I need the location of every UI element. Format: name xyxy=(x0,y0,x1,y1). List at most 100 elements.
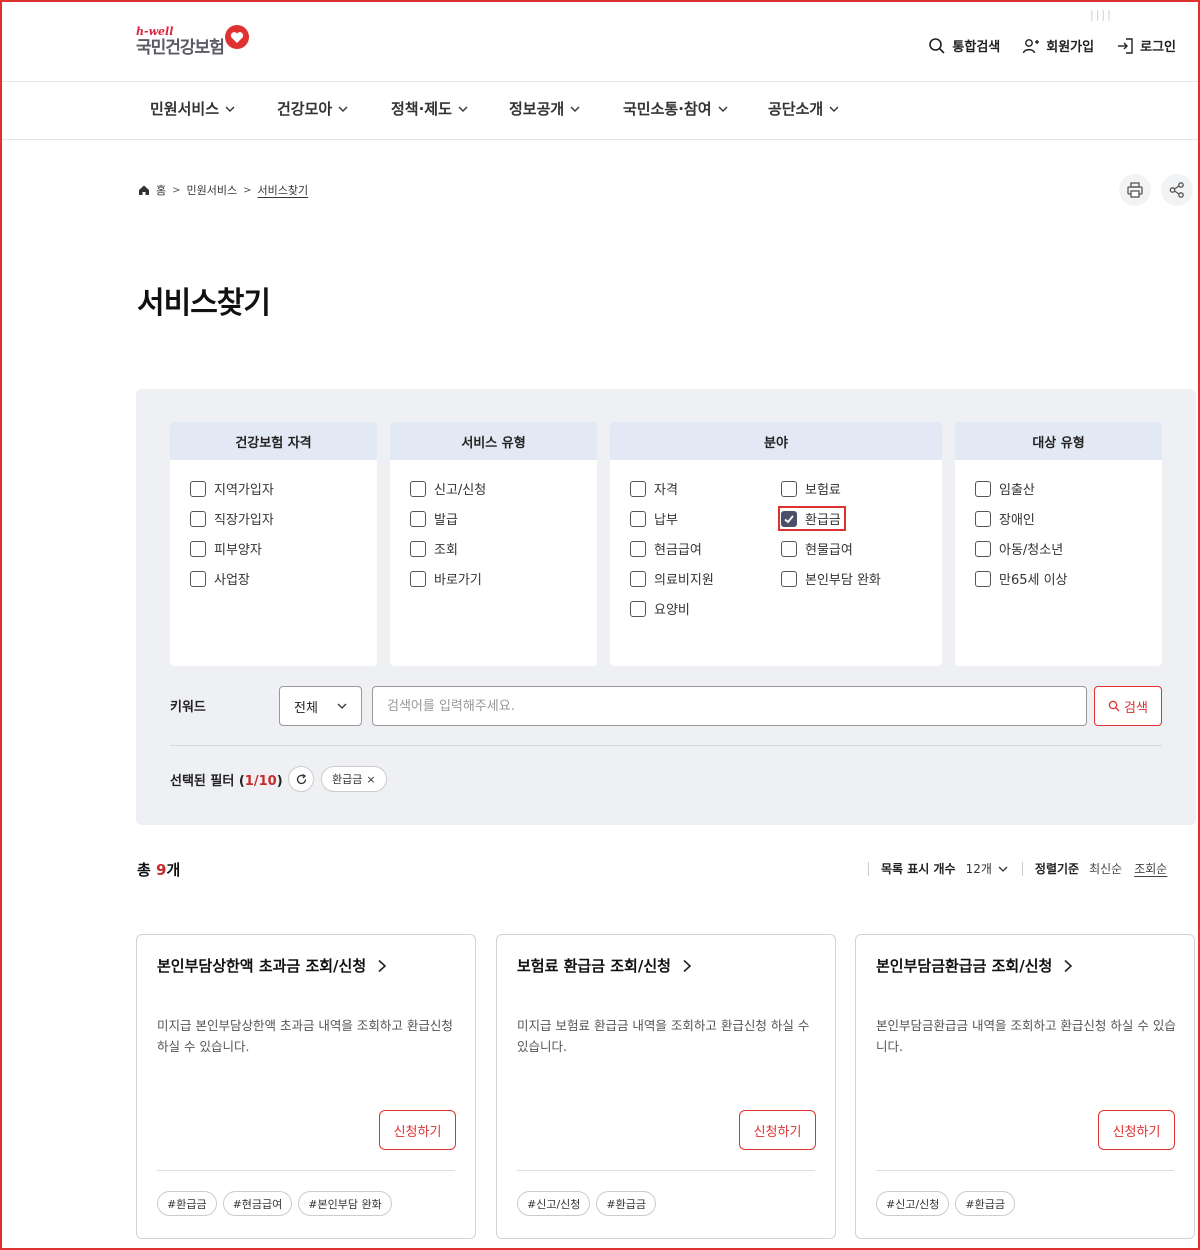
checkbox-label: 조회 xyxy=(434,543,458,558)
check-icon xyxy=(784,514,794,523)
checkbox-age65-plus[interactable]: 만65세 이상 xyxy=(975,569,1068,588)
gnb-item-label: 정보공개 xyxy=(509,100,565,118)
card-title-link[interactable]: 본인부담금환급금 조회/신청 xyxy=(876,955,1074,976)
breadcrumb-current[interactable]: 서비스찾기 xyxy=(258,182,309,198)
main-navigation: 민원서비스 건강모아 정책·제도 정보공개 국민소통·참여 공단소개 xyxy=(2,82,1198,140)
checkbox-shortcut[interactable]: 바로가기 xyxy=(410,569,482,588)
total-count: 총 9개 xyxy=(137,859,180,880)
checkbox-box[interactable] xyxy=(975,570,991,587)
breadcrumb-level1[interactable]: 민원서비스 xyxy=(187,182,238,198)
checkbox-copay-relief[interactable]: 본인부담 완화 xyxy=(781,569,881,588)
checkbox-box[interactable] xyxy=(630,600,646,617)
share-button[interactable] xyxy=(1161,174,1193,206)
checkbox-box[interactable] xyxy=(630,570,646,587)
tag[interactable]: #현금급여 xyxy=(222,1191,293,1216)
checkbox-box[interactable] xyxy=(410,510,426,527)
search-icon xyxy=(929,37,945,54)
checkbox-premium[interactable]: 보험료 xyxy=(781,479,841,498)
gnb-item-civil-service[interactable]: 민원서비스 xyxy=(150,98,235,119)
checkbox-box[interactable] xyxy=(630,480,646,497)
checkbox-disabled[interactable]: 장애인 xyxy=(975,509,1035,528)
tag[interactable]: #환급금 xyxy=(955,1191,1015,1216)
checkbox-care-cost[interactable]: 요양비 xyxy=(630,599,690,618)
checkbox-issue[interactable]: 발급 xyxy=(410,509,458,528)
checkbox-dependent[interactable]: 피부양자 xyxy=(190,539,262,558)
card-divider xyxy=(876,1170,1174,1171)
sort-latest[interactable]: 최신순 xyxy=(1089,860,1122,877)
reset-filters-button[interactable] xyxy=(288,766,314,792)
checkbox-workplace[interactable]: 사업장 xyxy=(190,569,250,588)
checkbox-regional-member[interactable]: 지역가입자 xyxy=(190,479,274,498)
checkbox-box[interactable] xyxy=(410,570,426,587)
card-tags: #신고/신청 #환급금 xyxy=(876,1191,1015,1216)
close-icon[interactable]: × xyxy=(366,773,375,786)
checkbox-pregnancy[interactable]: 임출산 xyxy=(975,479,1035,498)
keyword-search-button[interactable]: 검색 xyxy=(1094,686,1162,726)
per-page-select[interactable]: 12개 xyxy=(966,860,1008,877)
chevron-down-icon xyxy=(337,703,347,709)
tag[interactable]: #환급금 xyxy=(596,1191,656,1216)
keyword-search-input[interactable] xyxy=(372,686,1087,726)
gnb-item-participation[interactable]: 국민소통·참여 xyxy=(623,98,728,119)
checkbox-label: 발급 xyxy=(434,513,458,528)
checkbox-report-apply[interactable]: 신고/신청 xyxy=(410,479,486,498)
checkbox-box[interactable] xyxy=(630,540,646,557)
apply-button[interactable]: 신청하기 xyxy=(379,1110,456,1150)
tag[interactable]: #환급금 xyxy=(157,1191,217,1216)
checkbox-medical-support[interactable]: 의료비지원 xyxy=(630,569,714,588)
filter-group-qualification: 건강보험 자격 지역가입자 직장가입자 피부양자 사업장 xyxy=(170,422,377,666)
checkbox-cash-benefit[interactable]: 현금급여 xyxy=(630,539,702,558)
gnb-item-health[interactable]: 건강모아 xyxy=(277,98,348,119)
site-logo[interactable]: h-well 국민건강보험 xyxy=(136,25,250,58)
card-divider xyxy=(517,1170,815,1171)
login-icon xyxy=(1118,37,1133,54)
card-title-link[interactable]: 보험료 환급금 조회/신청 xyxy=(517,955,693,976)
tag[interactable]: #신고/신청 xyxy=(876,1191,950,1216)
apply-button[interactable]: 신청하기 xyxy=(739,1110,816,1150)
checkbox-box[interactable] xyxy=(190,570,206,587)
gnb-item-about[interactable]: 공단소개 xyxy=(768,98,839,119)
keyword-scope-select[interactable]: 전체 xyxy=(279,686,362,726)
checkbox-box[interactable] xyxy=(410,540,426,557)
print-button[interactable] xyxy=(1119,174,1151,206)
total-search-link[interactable]: 통합검색 xyxy=(928,36,1000,55)
checkbox-refund[interactable]: 환급금 xyxy=(778,506,846,531)
join-link[interactable]: 회원가입 xyxy=(1022,36,1094,55)
checkbox-employee-member[interactable]: 직장가입자 xyxy=(190,509,274,528)
checkbox-box[interactable] xyxy=(975,540,991,557)
checkbox-box-checked[interactable] xyxy=(781,510,797,527)
chevron-down-icon xyxy=(225,106,235,112)
checkbox-box[interactable] xyxy=(975,480,991,497)
card-title-link[interactable]: 본인부담상한액 초과금 조회/신청 xyxy=(157,955,388,976)
checkbox-box[interactable] xyxy=(781,570,797,587)
checkbox-box[interactable] xyxy=(190,510,206,527)
sort-views[interactable]: 조회순 xyxy=(1134,860,1167,877)
gnb-item-info[interactable]: 정보공개 xyxy=(509,98,580,119)
print-icon xyxy=(1127,182,1143,198)
checkbox-box[interactable] xyxy=(190,480,206,497)
checkbox-inquiry[interactable]: 조회 xyxy=(410,539,458,558)
breadcrumb-separator: > xyxy=(243,184,252,196)
checkbox-box[interactable] xyxy=(410,480,426,497)
login-link[interactable]: 로그인 xyxy=(1116,36,1176,55)
checkbox-box[interactable] xyxy=(630,510,646,527)
checkbox-box[interactable] xyxy=(975,510,991,527)
home-icon xyxy=(139,185,149,195)
checkbox-box[interactable] xyxy=(190,540,206,557)
checkbox-children-youth[interactable]: 아동/청소년 xyxy=(975,539,1063,558)
checkbox-in-kind-benefit[interactable]: 현물급여 xyxy=(781,539,853,558)
apply-button[interactable]: 신청하기 xyxy=(1098,1110,1175,1150)
login-label: 로그인 xyxy=(1140,40,1176,55)
checkbox-label: 직장가입자 xyxy=(214,513,274,528)
checkbox-qualification[interactable]: 자격 xyxy=(630,479,678,498)
selected-filter-chip[interactable]: 환급금 × xyxy=(321,766,387,792)
checkbox-box[interactable] xyxy=(781,540,797,557)
breadcrumb-home[interactable]: 홈 xyxy=(156,182,166,198)
card-description: 미지급 본인부담상한액 초과금 내역을 조회하고 환급신청 하실 수 있습니다. xyxy=(157,1018,453,1054)
card-description: 본인부담금환급금 내역을 조회하고 환급신청 하실 수 있습니다. xyxy=(876,1018,1176,1054)
tag[interactable]: #신고/신청 xyxy=(517,1191,591,1216)
gnb-item-policy[interactable]: 정책·제도 xyxy=(391,98,468,119)
tag[interactable]: #본인부담 완화 xyxy=(298,1191,392,1216)
checkbox-payment[interactable]: 납부 xyxy=(630,509,678,528)
checkbox-box[interactable] xyxy=(781,480,797,497)
